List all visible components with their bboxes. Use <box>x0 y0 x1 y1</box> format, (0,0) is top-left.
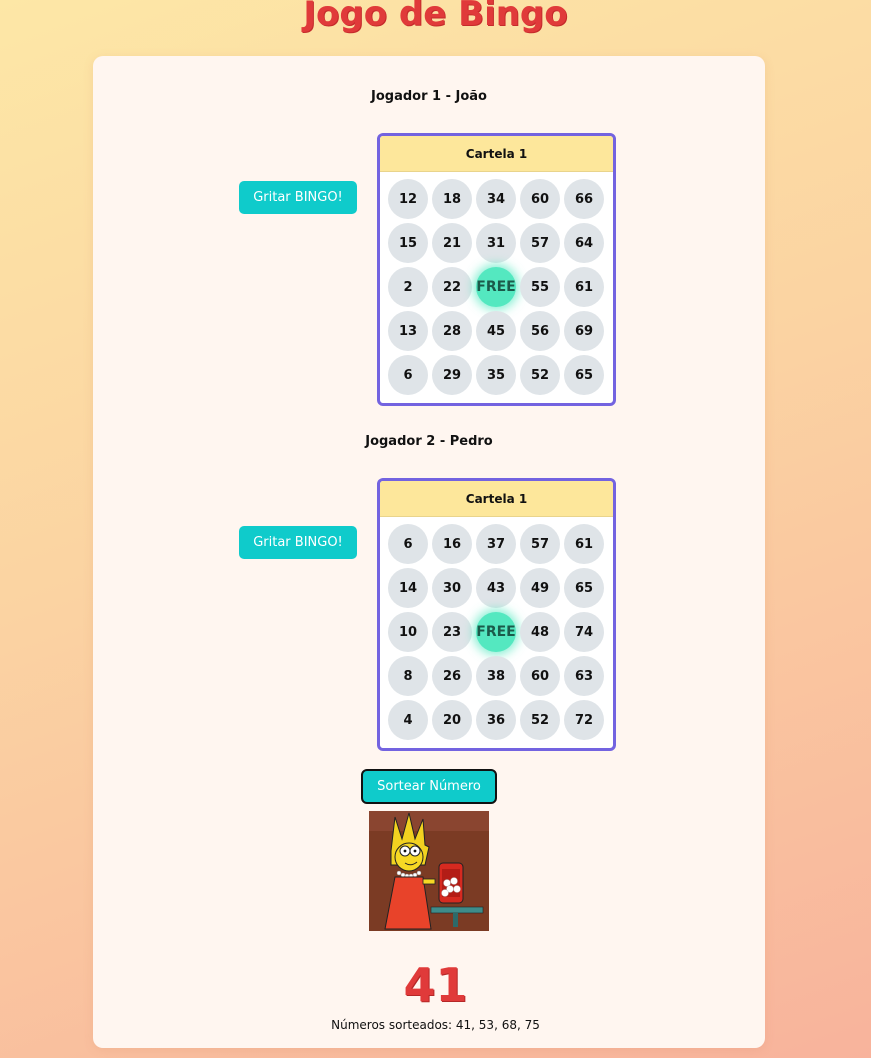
draw-number-button[interactable]: Sortear Número <box>361 769 497 804</box>
bingo-cell[interactable]: 49 <box>520 568 560 608</box>
player-2-bingo-button[interactable]: Gritar BINGO! <box>239 526 357 559</box>
bingo-cell[interactable]: 52 <box>520 700 560 740</box>
bingo-cell[interactable]: 10 <box>388 612 428 652</box>
player-1-bingo-button[interactable]: Gritar BINGO! <box>239 181 357 214</box>
player-2-name: Jogador 2 - Pedro <box>365 434 493 449</box>
player-2-card-grid: 6 16 37 57 61 14 30 43 49 65 10 23 FREE 48 74 8 26 38 60 63… <box>388 524 608 740</box>
bingo-cell[interactable]: 15 <box>388 223 428 263</box>
drawn-numbers-list: Números sorteados: 41, 53, 68, 75 <box>331 1018 540 1032</box>
bingo-cell[interactable]: 31 <box>476 223 516 263</box>
bingo-cell[interactable]: 8 <box>388 656 428 696</box>
bingo-cell[interactable]: 20 <box>432 700 472 740</box>
bingo-cell[interactable]: 21 <box>432 223 472 263</box>
bingo-cell[interactable]: 57 <box>520 524 560 564</box>
free-cell[interactable]: FREE <box>476 612 516 652</box>
bingo-cell[interactable]: 60 <box>520 656 560 696</box>
current-drawn-number: 41 <box>403 958 468 1012</box>
bingo-cell[interactable]: 45 <box>476 311 516 351</box>
free-cell[interactable]: FREE <box>476 267 516 307</box>
bingo-cell[interactable]: 38 <box>476 656 516 696</box>
bingo-cell[interactable]: 56 <box>520 311 560 351</box>
bingo-cell[interactable]: 18 <box>432 179 472 219</box>
bingo-cell[interactable]: 74 <box>564 612 604 652</box>
bingo-cell[interactable]: 4 <box>388 700 428 740</box>
bingo-cell[interactable]: 2 <box>388 267 428 307</box>
player-2-card-title: Cartela 1 <box>380 481 613 517</box>
bingo-cell[interactable]: 16 <box>432 524 472 564</box>
bingo-cell[interactable]: 36 <box>476 700 516 740</box>
bingo-cell[interactable]: 65 <box>564 568 604 608</box>
bingo-cell[interactable]: 48 <box>520 612 560 652</box>
bingo-cell[interactable]: 69 <box>564 311 604 351</box>
bingo-cell[interactable]: 52 <box>520 355 560 395</box>
page-title: Jogo de Bingo <box>303 0 568 34</box>
bingo-cell[interactable]: 26 <box>432 656 472 696</box>
bingo-cell[interactable]: 65 <box>564 355 604 395</box>
bingo-cell[interactable]: 29 <box>432 355 472 395</box>
bingo-cell[interactable]: 6 <box>388 524 428 564</box>
lisa-bingo-image <box>369 811 489 931</box>
player-1-card-title: Cartela 1 <box>380 136 613 172</box>
bingo-cell[interactable]: 35 <box>476 355 516 395</box>
bingo-cell[interactable]: 64 <box>564 223 604 263</box>
player-1-name: Jogador 1 - João <box>371 89 487 104</box>
bingo-cell[interactable]: 37 <box>476 524 516 564</box>
bingo-cell[interactable]: 13 <box>388 311 428 351</box>
bingo-cell[interactable]: 22 <box>432 267 472 307</box>
player-1-card-grid: 12 18 34 60 66 15 21 31 57 64 2 22 FREE 55 61 13 28 45 56 6… <box>388 179 608 395</box>
bingo-cell[interactable]: 66 <box>564 179 604 219</box>
bingo-cell[interactable]: 61 <box>564 267 604 307</box>
bingo-cell[interactable]: 23 <box>432 612 472 652</box>
bingo-cell[interactable]: 6 <box>388 355 428 395</box>
player-1-card: Cartela 1 12 18 34 60 66 15 21 31 57 64 2 22 FREE 55 6… <box>377 133 616 406</box>
bingo-cell[interactable]: 72 <box>564 700 604 740</box>
bingo-cell[interactable]: 28 <box>432 311 472 351</box>
bingo-cell[interactable]: 61 <box>564 524 604 564</box>
bingo-cell[interactable]: 14 <box>388 568 428 608</box>
bingo-cell[interactable]: 57 <box>520 223 560 263</box>
player-2-card: Cartela 1 6 16 37 57 61 14 30 43 49 65 10 23 FREE 48 7… <box>377 478 616 751</box>
bingo-cell[interactable]: 30 <box>432 568 472 608</box>
bingo-cell[interactable]: 43 <box>476 568 516 608</box>
bingo-cell[interactable]: 34 <box>476 179 516 219</box>
bingo-cell[interactable]: 60 <box>520 179 560 219</box>
bingo-cell[interactable]: 12 <box>388 179 428 219</box>
bingo-cell[interactable]: 63 <box>564 656 604 696</box>
bingo-cell[interactable]: 55 <box>520 267 560 307</box>
